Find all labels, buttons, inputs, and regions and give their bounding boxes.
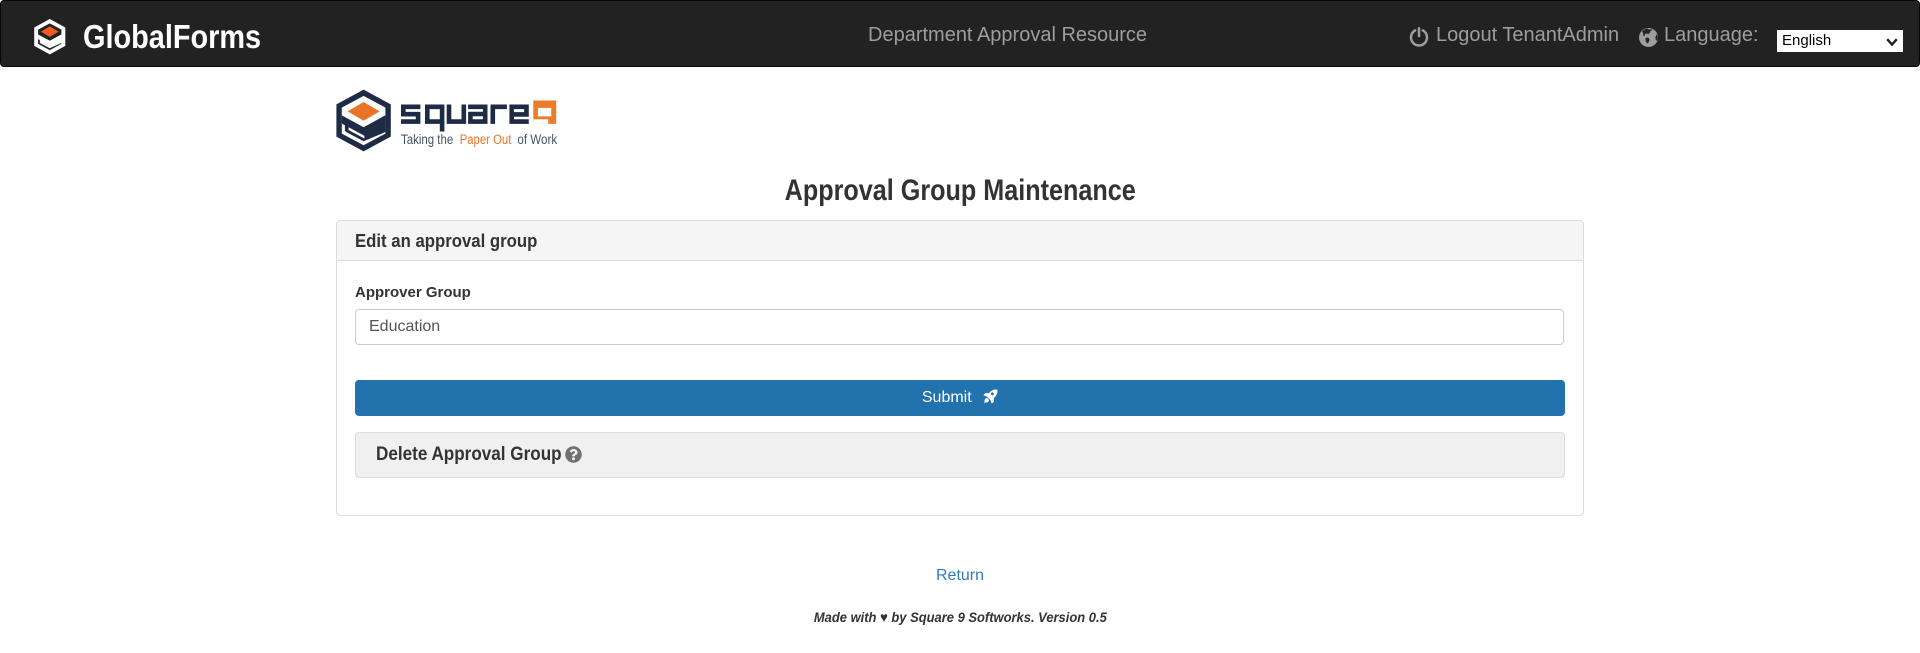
svg-text:Paper Out: Paper Out — [460, 132, 512, 147]
svg-text:Taking the: Taking the — [401, 132, 453, 147]
svg-text:of Work: of Work — [517, 132, 557, 147]
